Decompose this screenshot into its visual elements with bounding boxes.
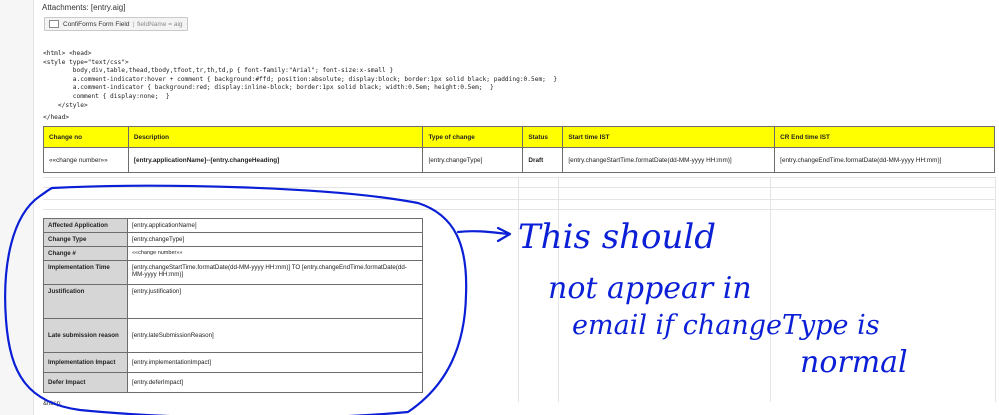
annotation-line-2: not appear in [548, 271, 752, 306]
annotation-line-3: email if changeType is [572, 310, 880, 341]
annotation-line-4: normal [800, 345, 908, 380]
annotation-line-1: This should [518, 217, 716, 257]
arrow-icon [456, 226, 512, 243]
annotation-ink [4, 184, 512, 415]
handwritten-annotation: This should not appear in email if chang… [4, 184, 908, 415]
annotation-text-group: This should not appear in email if chang… [518, 217, 908, 380]
enclosing-circle-stroke [4, 184, 468, 415]
